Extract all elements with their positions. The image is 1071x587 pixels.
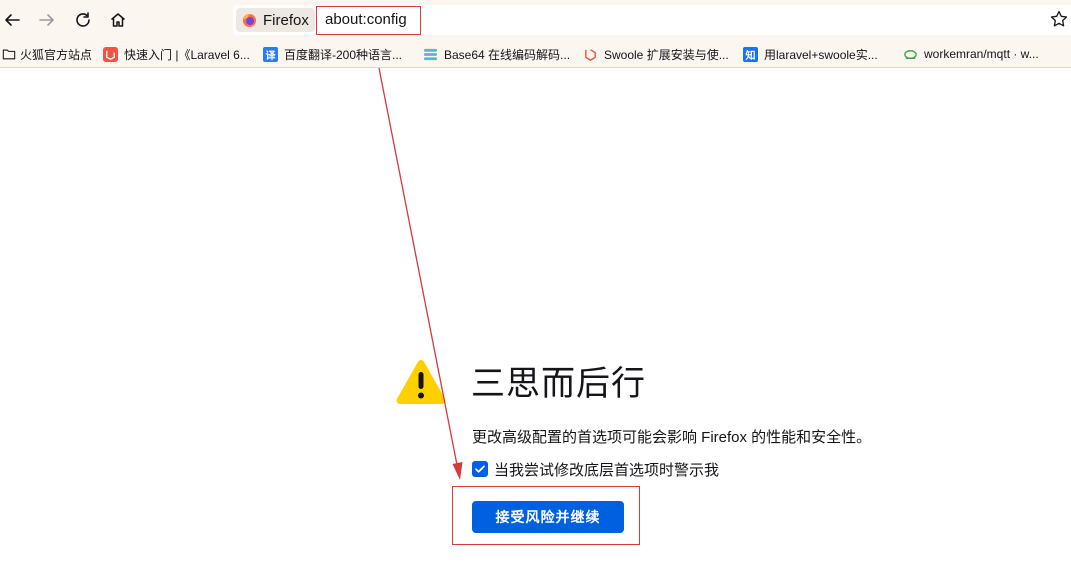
warn-checkbox[interactable]	[472, 461, 488, 477]
firefox-logo-icon	[242, 13, 257, 27]
laravel-icon	[585, 48, 596, 61]
bookmark-item[interactable]: workemran/mqtt · w...	[903, 45, 1039, 63]
checkmark-icon	[475, 465, 485, 473]
bookmark-item[interactable]: Base64 在线编码解码...	[423, 45, 570, 63]
bookmark-label: 快速入门 |《Laravel 6...	[124, 47, 250, 62]
star-icon[interactable]	[1049, 9, 1069, 29]
bookmark-item[interactable]: 火狐官方站点	[2, 45, 92, 63]
navigation-toolbar: Firefox about:config	[0, 0, 1071, 40]
bookmark-label: Base64 在线编码解码...	[444, 47, 571, 62]
warn-checkbox-row[interactable]: 当我尝试修改底层首选项时警示我	[472, 460, 720, 479]
translate-icon: 译	[263, 46, 278, 62]
bookmark-label: 百度翻译-200种语言...	[284, 47, 403, 62]
button-annotation-box	[452, 486, 640, 545]
identity-label: Firefox	[263, 11, 309, 29]
base64-icon	[423, 48, 438, 60]
warn-checkbox-label: 当我尝试修改底层首选项时警示我	[494, 461, 720, 479]
back-button[interactable]	[0, 8, 24, 32]
laravel-icon	[103, 46, 118, 62]
forward-arrow-icon	[39, 14, 54, 26]
home-icon	[111, 13, 125, 27]
home-button[interactable]	[106, 8, 130, 32]
page-title: 三思而后行	[471, 365, 646, 403]
reload-button[interactable]	[71, 8, 95, 32]
identity-box[interactable]: Firefox	[236, 8, 315, 32]
bookmark-item[interactable]: 译 百度翻译-200种语言...	[263, 45, 402, 63]
bookmark-item[interactable]: 快速入门 |《Laravel 6...	[103, 45, 250, 63]
warning-description: 更改高级配置的首选项可能会影响 Firefox 的性能和安全性。	[472, 429, 872, 446]
folder-icon	[2, 49, 16, 60]
bookmark-item[interactable]: 知 用laravel+swoole实...	[743, 45, 878, 63]
mqtt-icon	[904, 49, 917, 59]
bookmark-label: workemran/mqtt · w...	[924, 47, 1039, 61]
forward-button[interactable]	[35, 8, 59, 32]
reload-icon	[76, 12, 90, 27]
back-arrow-icon	[5, 14, 20, 26]
bookmark-label: 火狐官方站点	[20, 47, 93, 62]
url-annotation-box	[316, 6, 421, 35]
bookmark-item[interactable]: Swoole 扩展安装与使...	[583, 45, 729, 63]
warning-icon	[396, 360, 446, 404]
bookmark-label: 用laravel+swoole实...	[764, 47, 878, 62]
bookmarks-toolbar: 火狐官方站点 快速入门 |《Laravel 6... 译 百度翻译-200种语言…	[0, 40, 1071, 68]
zhihu-icon: 知	[743, 46, 758, 62]
bookmark-label: Swoole 扩展安装与使...	[604, 47, 729, 62]
